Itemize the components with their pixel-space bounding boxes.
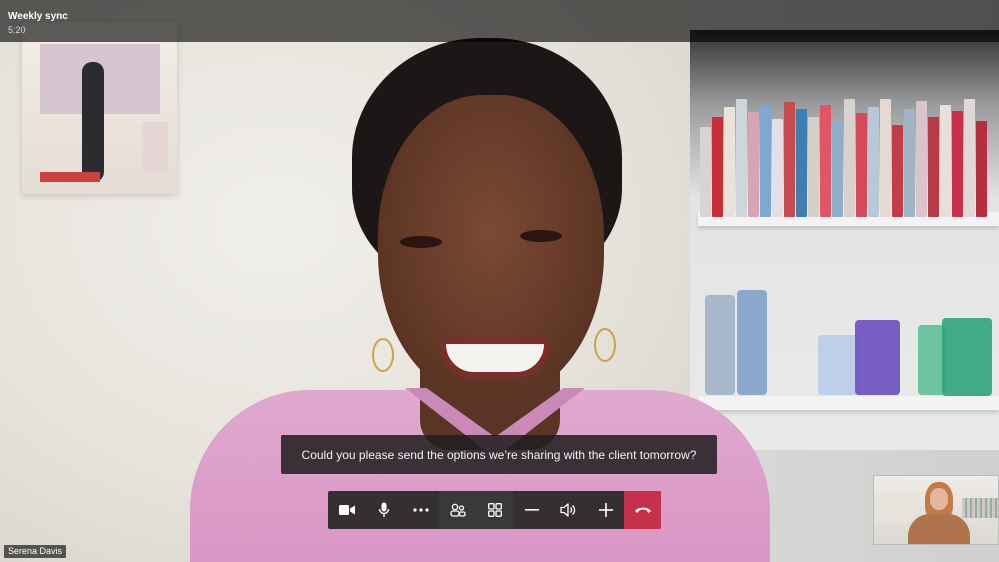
ellipsis-icon [412,508,429,512]
smile [440,338,550,378]
main-video-feed [0,0,999,562]
self-view-video[interactable] [873,475,999,545]
more-options-button[interactable] [402,491,439,529]
wall-poster [22,22,177,194]
microphone-button[interactable] [365,491,402,529]
participants-button[interactable] [439,491,476,529]
layout-button[interactable] [476,491,513,529]
video-camera-icon [338,504,355,516]
meeting-title: Weekly sync [8,11,68,22]
shelf-board [698,396,999,410]
zoom-out-button[interactable] [513,491,550,529]
people-icon [449,503,466,517]
caption-text: Could you please send the options we’re … [301,447,697,462]
volume-button[interactable] [550,491,587,529]
end-call-button[interactable] [624,491,661,529]
cup [942,318,992,396]
live-caption: Could you please send the options we’re … [281,435,717,474]
left-eye [400,236,442,248]
minus-icon [524,509,539,511]
grid-icon [487,503,502,517]
right-eye [520,230,562,242]
meeting-header: Weekly sync 5:20 [0,0,999,42]
camera-button[interactable] [328,491,365,529]
water-bottle [737,290,767,395]
books [700,95,999,217]
meeting-duration: 5:20 [8,25,26,35]
zoom-in-button[interactable] [587,491,624,529]
earring [594,328,616,362]
cup [855,320,900,395]
water-bottle [705,295,735,395]
call-controls-bar [328,491,661,529]
plus-icon [598,503,613,517]
speaker-icon [560,503,577,517]
cup [818,335,860,395]
hang-up-icon [634,506,652,514]
microphone-icon [378,502,390,518]
participant-name-tag: Serena Davis [4,545,67,558]
earring [372,338,394,372]
